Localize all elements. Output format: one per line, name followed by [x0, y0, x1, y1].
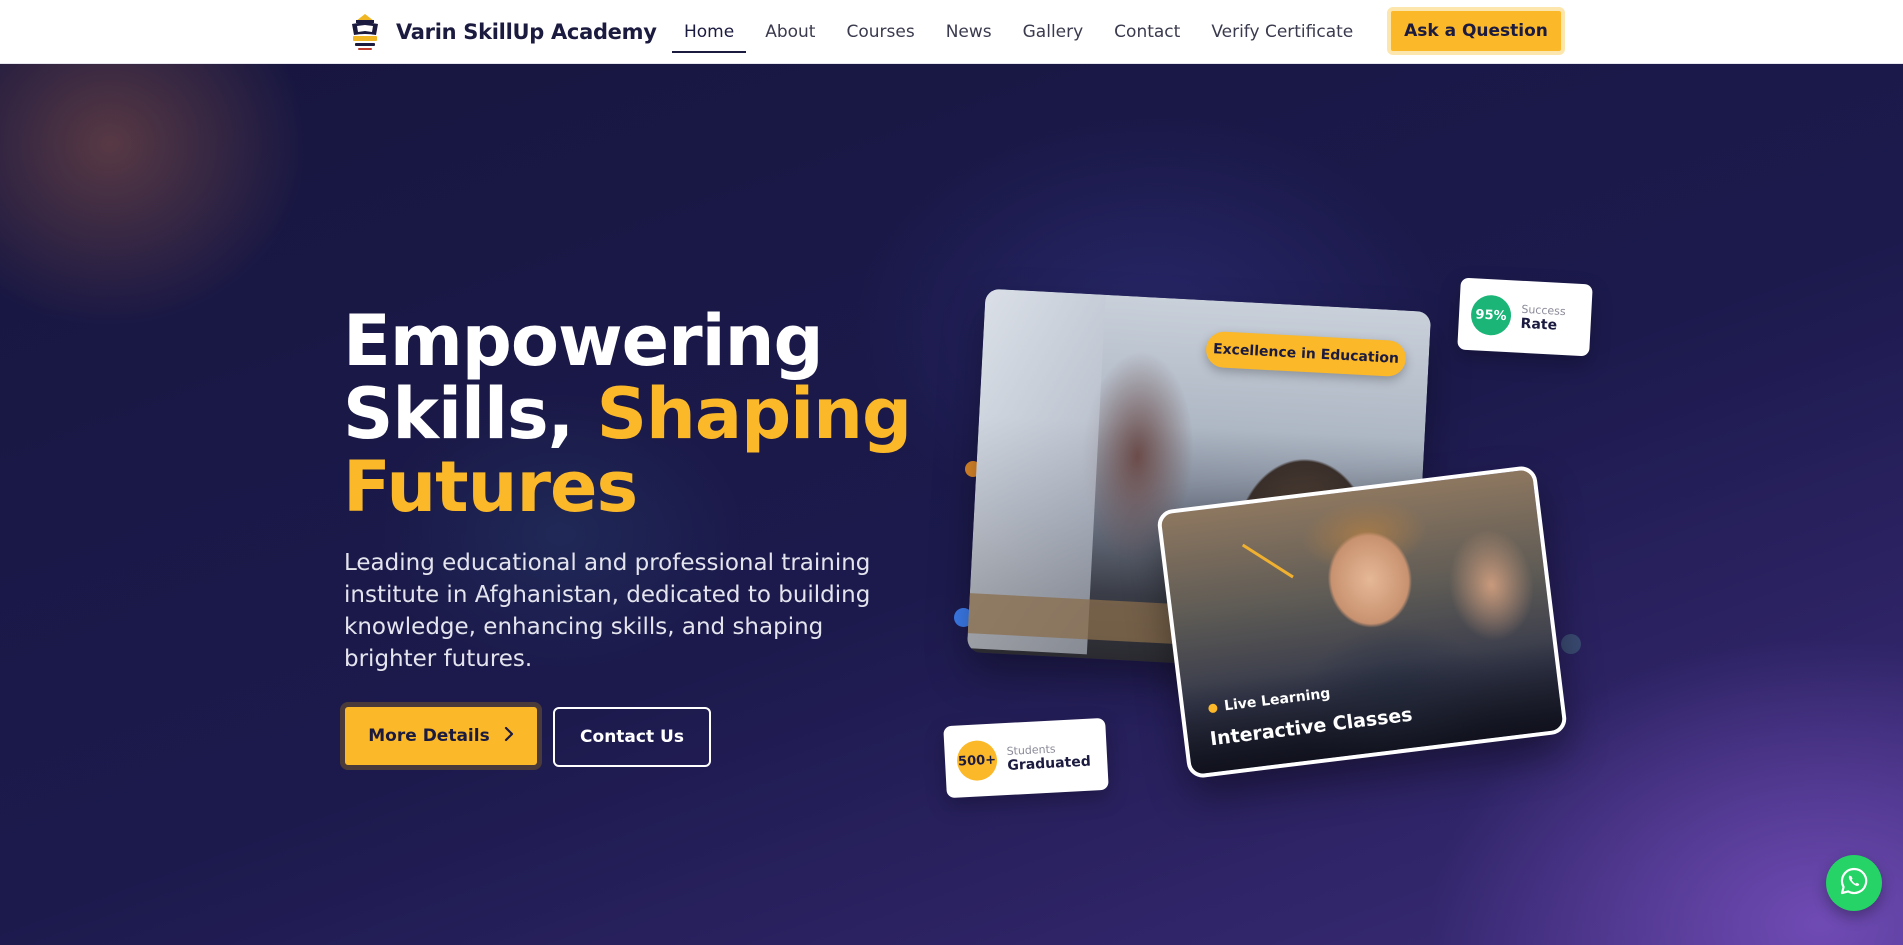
nav-item-news[interactable]: News — [934, 0, 1004, 64]
nav-item-contact[interactable]: Contact — [1102, 0, 1192, 64]
hero-subtext: Leading educational and professional tra… — [344, 550, 871, 672]
headline-line-2-white: Skills, — [343, 373, 597, 455]
main-nav: Home About Courses News Gallery Contact … — [672, 0, 1372, 64]
hero-section — [0, 64, 1903, 945]
nav-item-verify-certificate[interactable]: Verify Certificate — [1199, 0, 1365, 64]
top-navbar: Varin SkillUp Academy Home About Courses… — [0, 0, 1903, 64]
ask-question-button[interactable]: Ask a Question — [1387, 7, 1565, 55]
success-rate-card: 95% Success Rate — [1457, 277, 1593, 357]
success-rate-big-label: Rate — [1520, 315, 1558, 334]
nav-item-courses[interactable]: Courses — [834, 0, 926, 64]
brand-name: Varin SkillUp Academy — [396, 20, 657, 44]
students-graduated-value: 500+ — [956, 739, 999, 782]
live-dot-icon — [1207, 702, 1218, 713]
brand[interactable]: Varin SkillUp Academy — [344, 11, 657, 53]
decorative-dot-navy — [1561, 634, 1581, 654]
more-details-button[interactable]: More Details — [340, 702, 542, 770]
chevron-right-icon — [504, 726, 514, 747]
students-graduated-card: 500+ Students Graduated — [943, 717, 1109, 799]
success-rate-value: 95% — [1470, 294, 1513, 337]
headline-line-1: Empowering — [343, 300, 824, 382]
contact-us-button[interactable]: Contact Us — [553, 707, 711, 767]
hero-headline: Empowering Skills, Shaping Futures — [343, 305, 943, 524]
headline-line-3-accent: Futures — [343, 446, 638, 528]
nav-item-about[interactable]: About — [753, 0, 827, 64]
whatsapp-button[interactable] — [1826, 855, 1882, 911]
nav-item-home[interactable]: Home — [672, 0, 747, 64]
academy-logo — [344, 11, 386, 53]
more-details-label: More Details — [368, 726, 490, 746]
students-graduated-big-label: Graduated — [1006, 753, 1092, 774]
student-photo: Live Learning Interactive Classes — [1155, 464, 1569, 780]
headline-line-2-accent: Shaping — [596, 373, 913, 455]
whatsapp-icon — [1839, 866, 1869, 900]
nav-item-gallery[interactable]: Gallery — [1011, 0, 1096, 64]
